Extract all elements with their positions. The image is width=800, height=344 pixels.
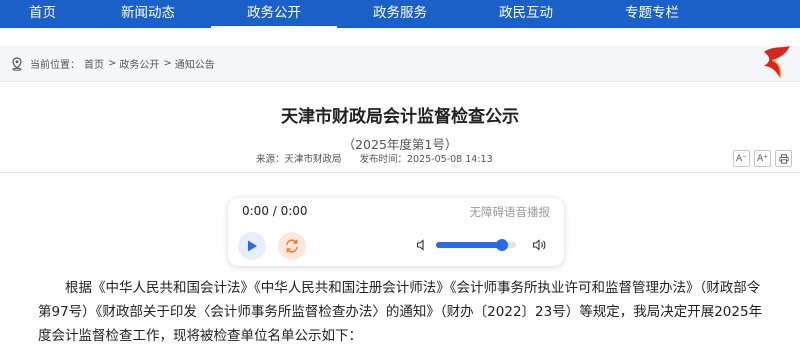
- breadcrumb-bar: 当前位置： 首页 > 政务公开 > 通知公告: [0, 46, 800, 82]
- loop-icon: [286, 239, 298, 253]
- article-meta: 来源：天津市财政局 发布时间：2025-05-08 14:13: [256, 151, 493, 165]
- breadcrumb-prefix: 当前位置：: [30, 60, 80, 71]
- nav-topics[interactable]: 专题专栏: [589, 0, 715, 28]
- article-tools: A⁻ A⁺: [733, 150, 792, 167]
- play-button[interactable]: [238, 232, 266, 260]
- main-nav: 首页 新闻动态 政务公开 政务服务 政民互动 专题专栏: [0, 0, 800, 28]
- ribbon-emblem-icon: [764, 46, 790, 79]
- nav-news[interactable]: 新闻动态: [85, 0, 211, 28]
- font-increase-button[interactable]: A⁺: [754, 150, 771, 167]
- font-decrease-button[interactable]: A⁻: [733, 150, 750, 167]
- playback-time: 0:00 / 0:00: [242, 204, 308, 218]
- volume-high-icon[interactable]: [532, 238, 548, 252]
- breadcrumb-home[interactable]: 首页: [84, 56, 104, 71]
- loop-button[interactable]: [278, 232, 306, 260]
- breadcrumb: 当前位置： 首页 > 政务公开 > 通知公告: [10, 56, 219, 71]
- printer-icon: [778, 153, 789, 164]
- volume-slider-knob[interactable]: [495, 239, 508, 251]
- volume-slider-fill: [436, 242, 502, 248]
- audio-player: 0:00 / 0:00 无障碍语音播报: [228, 198, 564, 266]
- breadcrumb-gov-affairs[interactable]: 政务公开: [119, 56, 159, 71]
- play-icon: [248, 240, 257, 252]
- location-pin-icon: [12, 56, 22, 71]
- breadcrumb-notices[interactable]: 通知公告: [175, 56, 215, 71]
- source-label: 来源：天津市财政局: [256, 154, 342, 165]
- print-button[interactable]: [775, 150, 792, 167]
- volume-slider[interactable]: [436, 239, 516, 251]
- header-divider: [0, 172, 800, 173]
- nav-interaction[interactable]: 政民互动: [463, 0, 589, 28]
- breadcrumb-separator: >: [163, 58, 172, 69]
- breadcrumb-separator: >: [108, 58, 117, 69]
- nav-gov-affairs[interactable]: 政务公开: [211, 0, 337, 28]
- meta-spacer: [342, 151, 360, 165]
- nav-home[interactable]: 首页: [0, 0, 85, 28]
- page-title: 天津市财政局会计监督检查公示: [281, 107, 519, 127]
- volume-low-icon[interactable]: [416, 239, 428, 251]
- nav-gov-services[interactable]: 政务服务: [337, 0, 463, 28]
- publish-time: 发布时间：2025-05-08 14:13: [359, 154, 493, 165]
- accessibility-voice-label[interactable]: 无障碍语音播报: [470, 204, 551, 220]
- article-body: 根据《中华人民共和国会计法》《中华人民共和国注册会计师法》《会计师事务所执业许可…: [38, 280, 763, 344]
